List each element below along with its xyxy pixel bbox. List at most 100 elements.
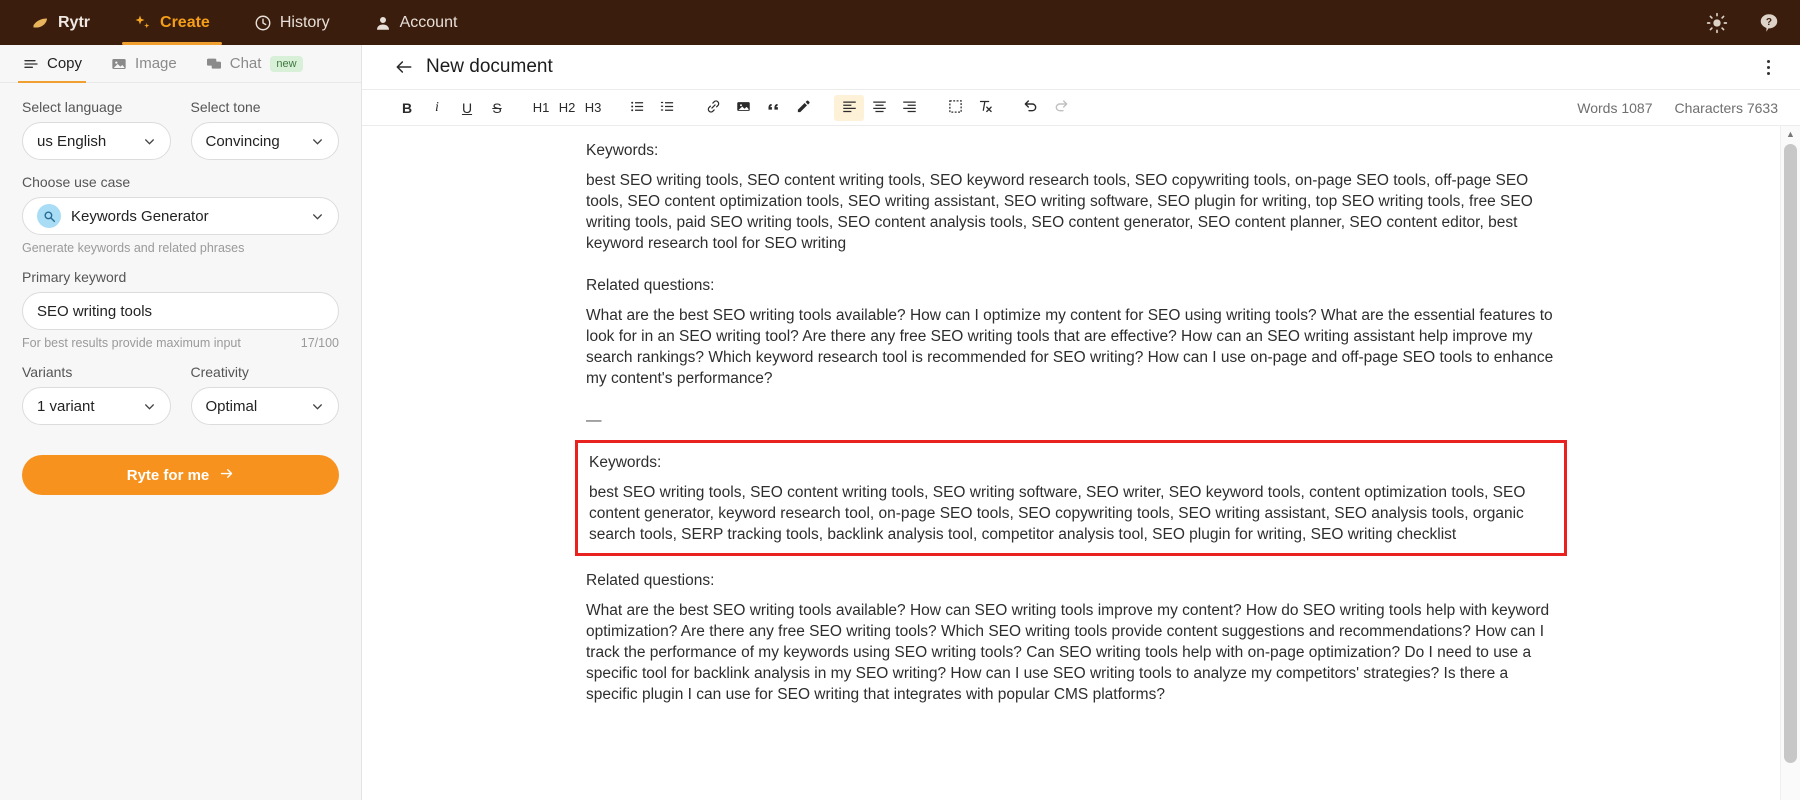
- image-icon: [110, 55, 128, 73]
- variants-select[interactable]: 1 variant: [22, 387, 171, 425]
- strikethrough-button[interactable]: S: [482, 95, 512, 121]
- align-center-icon: [872, 99, 887, 117]
- arrow-left-icon[interactable]: [394, 57, 414, 77]
- language-select[interactable]: us English: [22, 122, 171, 160]
- related-questions-heading-1: Related questions:: [586, 277, 715, 294]
- document-page[interactable]: Keywords: best SEO writing tools, SEO co…: [362, 126, 1780, 800]
- help-icon[interactable]: ?: [1758, 12, 1780, 34]
- variants-creativity-row: Variants 1 variant Creativity Optimal: [22, 364, 339, 439]
- underline-button[interactable]: U: [452, 95, 482, 121]
- magnifier-icon: [37, 204, 61, 228]
- chevron-down-icon: [143, 400, 156, 413]
- ryte-for-me-button[interactable]: Ryte for me: [22, 455, 339, 495]
- variants-value: 1 variant: [37, 397, 95, 415]
- primary-keyword-value: SEO writing tools: [37, 302, 153, 320]
- creativity-select[interactable]: Optimal: [190, 387, 339, 425]
- redo-icon: [1053, 98, 1069, 117]
- nav-item-history[interactable]: History: [232, 0, 352, 45]
- tab-image[interactable]: Image: [98, 45, 189, 83]
- arrow-right-icon: [219, 466, 234, 485]
- document-scroll-area: Keywords: best SEO writing tools, SEO co…: [362, 126, 1800, 800]
- scroll-up-arrow-icon[interactable]: ▲: [1781, 126, 1800, 142]
- primary-keyword-label: Primary keyword: [22, 269, 127, 285]
- numbered-list-icon: [660, 99, 675, 117]
- image-icon: [736, 99, 751, 117]
- numbered-list-button[interactable]: [652, 95, 682, 121]
- chevron-down-icon: [143, 135, 156, 148]
- document-stats: Words 1087 Characters 7633: [1577, 100, 1778, 116]
- primary-keyword-hint: For best results provide maximum input: [22, 336, 241, 350]
- keywords-heading-1: Keywords:: [586, 142, 659, 159]
- tab-copy[interactable]: Copy: [10, 45, 94, 83]
- kebab-menu-icon[interactable]: [1758, 57, 1778, 77]
- tab-label-image: Image: [135, 55, 177, 72]
- bold-button[interactable]: B: [392, 95, 422, 121]
- chevron-down-icon: [311, 210, 324, 223]
- italic-button[interactable]: i: [422, 95, 452, 121]
- tab-label-copy: Copy: [47, 55, 83, 72]
- link-button[interactable]: [698, 95, 728, 121]
- quote-icon: [766, 99, 781, 117]
- image-button[interactable]: [728, 95, 758, 121]
- align-center-button[interactable]: [864, 95, 894, 121]
- tone-select[interactable]: Convincing: [190, 122, 339, 160]
- use-case-description: Generate keywords and related phrases: [22, 241, 245, 255]
- tab-chat[interactable]: Chat new: [193, 45, 315, 83]
- nav-item-account[interactable]: Account: [352, 0, 480, 45]
- section-divider-dash: —: [586, 412, 602, 429]
- left-sidebar: Copy Image Chat new Select language us E…: [0, 45, 362, 800]
- scrollbar-thumb[interactable]: [1783, 144, 1797, 763]
- use-case-field: Choose use case Keywords Generator Gener…: [22, 174, 339, 255]
- heading-2-button[interactable]: H2: [554, 95, 580, 121]
- clear-format-button[interactable]: [970, 95, 1000, 121]
- undo-icon: [1023, 98, 1039, 117]
- use-case-select[interactable]: Keywords Generator: [22, 197, 339, 235]
- tone-label: Select tone: [190, 99, 261, 115]
- top-right-actions: ?: [1706, 0, 1780, 45]
- nav-item-create[interactable]: Create: [112, 0, 232, 45]
- clock-icon: [254, 14, 272, 32]
- creativity-label: Creativity: [190, 364, 249, 380]
- undo-button[interactable]: [1016, 95, 1046, 121]
- highlighter-button[interactable]: [788, 95, 818, 121]
- lines-icon: [22, 55, 40, 73]
- language-tone-row: Select language us English Select tone C…: [22, 99, 339, 174]
- use-case-label: Choose use case: [22, 174, 131, 190]
- chevron-down-icon: [311, 135, 324, 148]
- creativity-field: Creativity Optimal: [190, 364, 339, 425]
- top-nav-items: Rytr Create History Account: [26, 0, 479, 45]
- nav-label-history: History: [279, 13, 330, 31]
- bullet-list-icon: [630, 99, 645, 117]
- primary-keyword-input[interactable]: SEO writing tools: [22, 292, 339, 330]
- document-title: New document: [426, 56, 553, 77]
- language-field: Select language us English: [22, 99, 171, 160]
- sidebar-form: Select language us English Select tone C…: [0, 83, 361, 495]
- align-right-icon: [902, 99, 917, 117]
- heading-1-button[interactable]: H1: [528, 95, 554, 121]
- nav-item-rytr-home[interactable]: Rytr: [26, 0, 112, 45]
- keywords-heading-2: Keywords:: [589, 454, 662, 471]
- align-right-button[interactable]: [894, 95, 924, 121]
- nav-label-account: Account: [399, 13, 458, 31]
- document-content: Keywords: best SEO writing tools, SEO co…: [556, 140, 1586, 705]
- sidebar-tabs: Copy Image Chat new: [0, 45, 361, 83]
- insert-block-button[interactable]: [940, 95, 970, 121]
- tone-value: Convincing: [205, 132, 280, 150]
- heading-3-button[interactable]: H3: [580, 95, 606, 121]
- scrollbar-track[interactable]: [1781, 142, 1800, 800]
- variants-field: Variants 1 variant: [22, 364, 171, 425]
- align-left-icon: [842, 99, 857, 117]
- use-case-value: Keywords Generator: [71, 207, 209, 225]
- bullet-list-button[interactable]: [622, 95, 652, 121]
- related-questions-paragraph-1: What are the best SEO writing tools avai…: [586, 307, 1554, 387]
- rytr-logo-icon: [32, 14, 50, 32]
- vertical-scrollbar[interactable]: ▲: [1780, 126, 1800, 800]
- sparkle-icon: [134, 14, 152, 32]
- redo-button[interactable]: [1046, 95, 1076, 121]
- blockquote-button[interactable]: [758, 95, 788, 121]
- primary-keyword-field: Primary keyword SEO writing tools For be…: [22, 269, 339, 350]
- pencil-icon: [796, 99, 811, 117]
- word-count: Words 1087: [1577, 99, 1653, 116]
- align-left-button[interactable]: [834, 94, 864, 121]
- sun-icon[interactable]: [1706, 12, 1728, 34]
